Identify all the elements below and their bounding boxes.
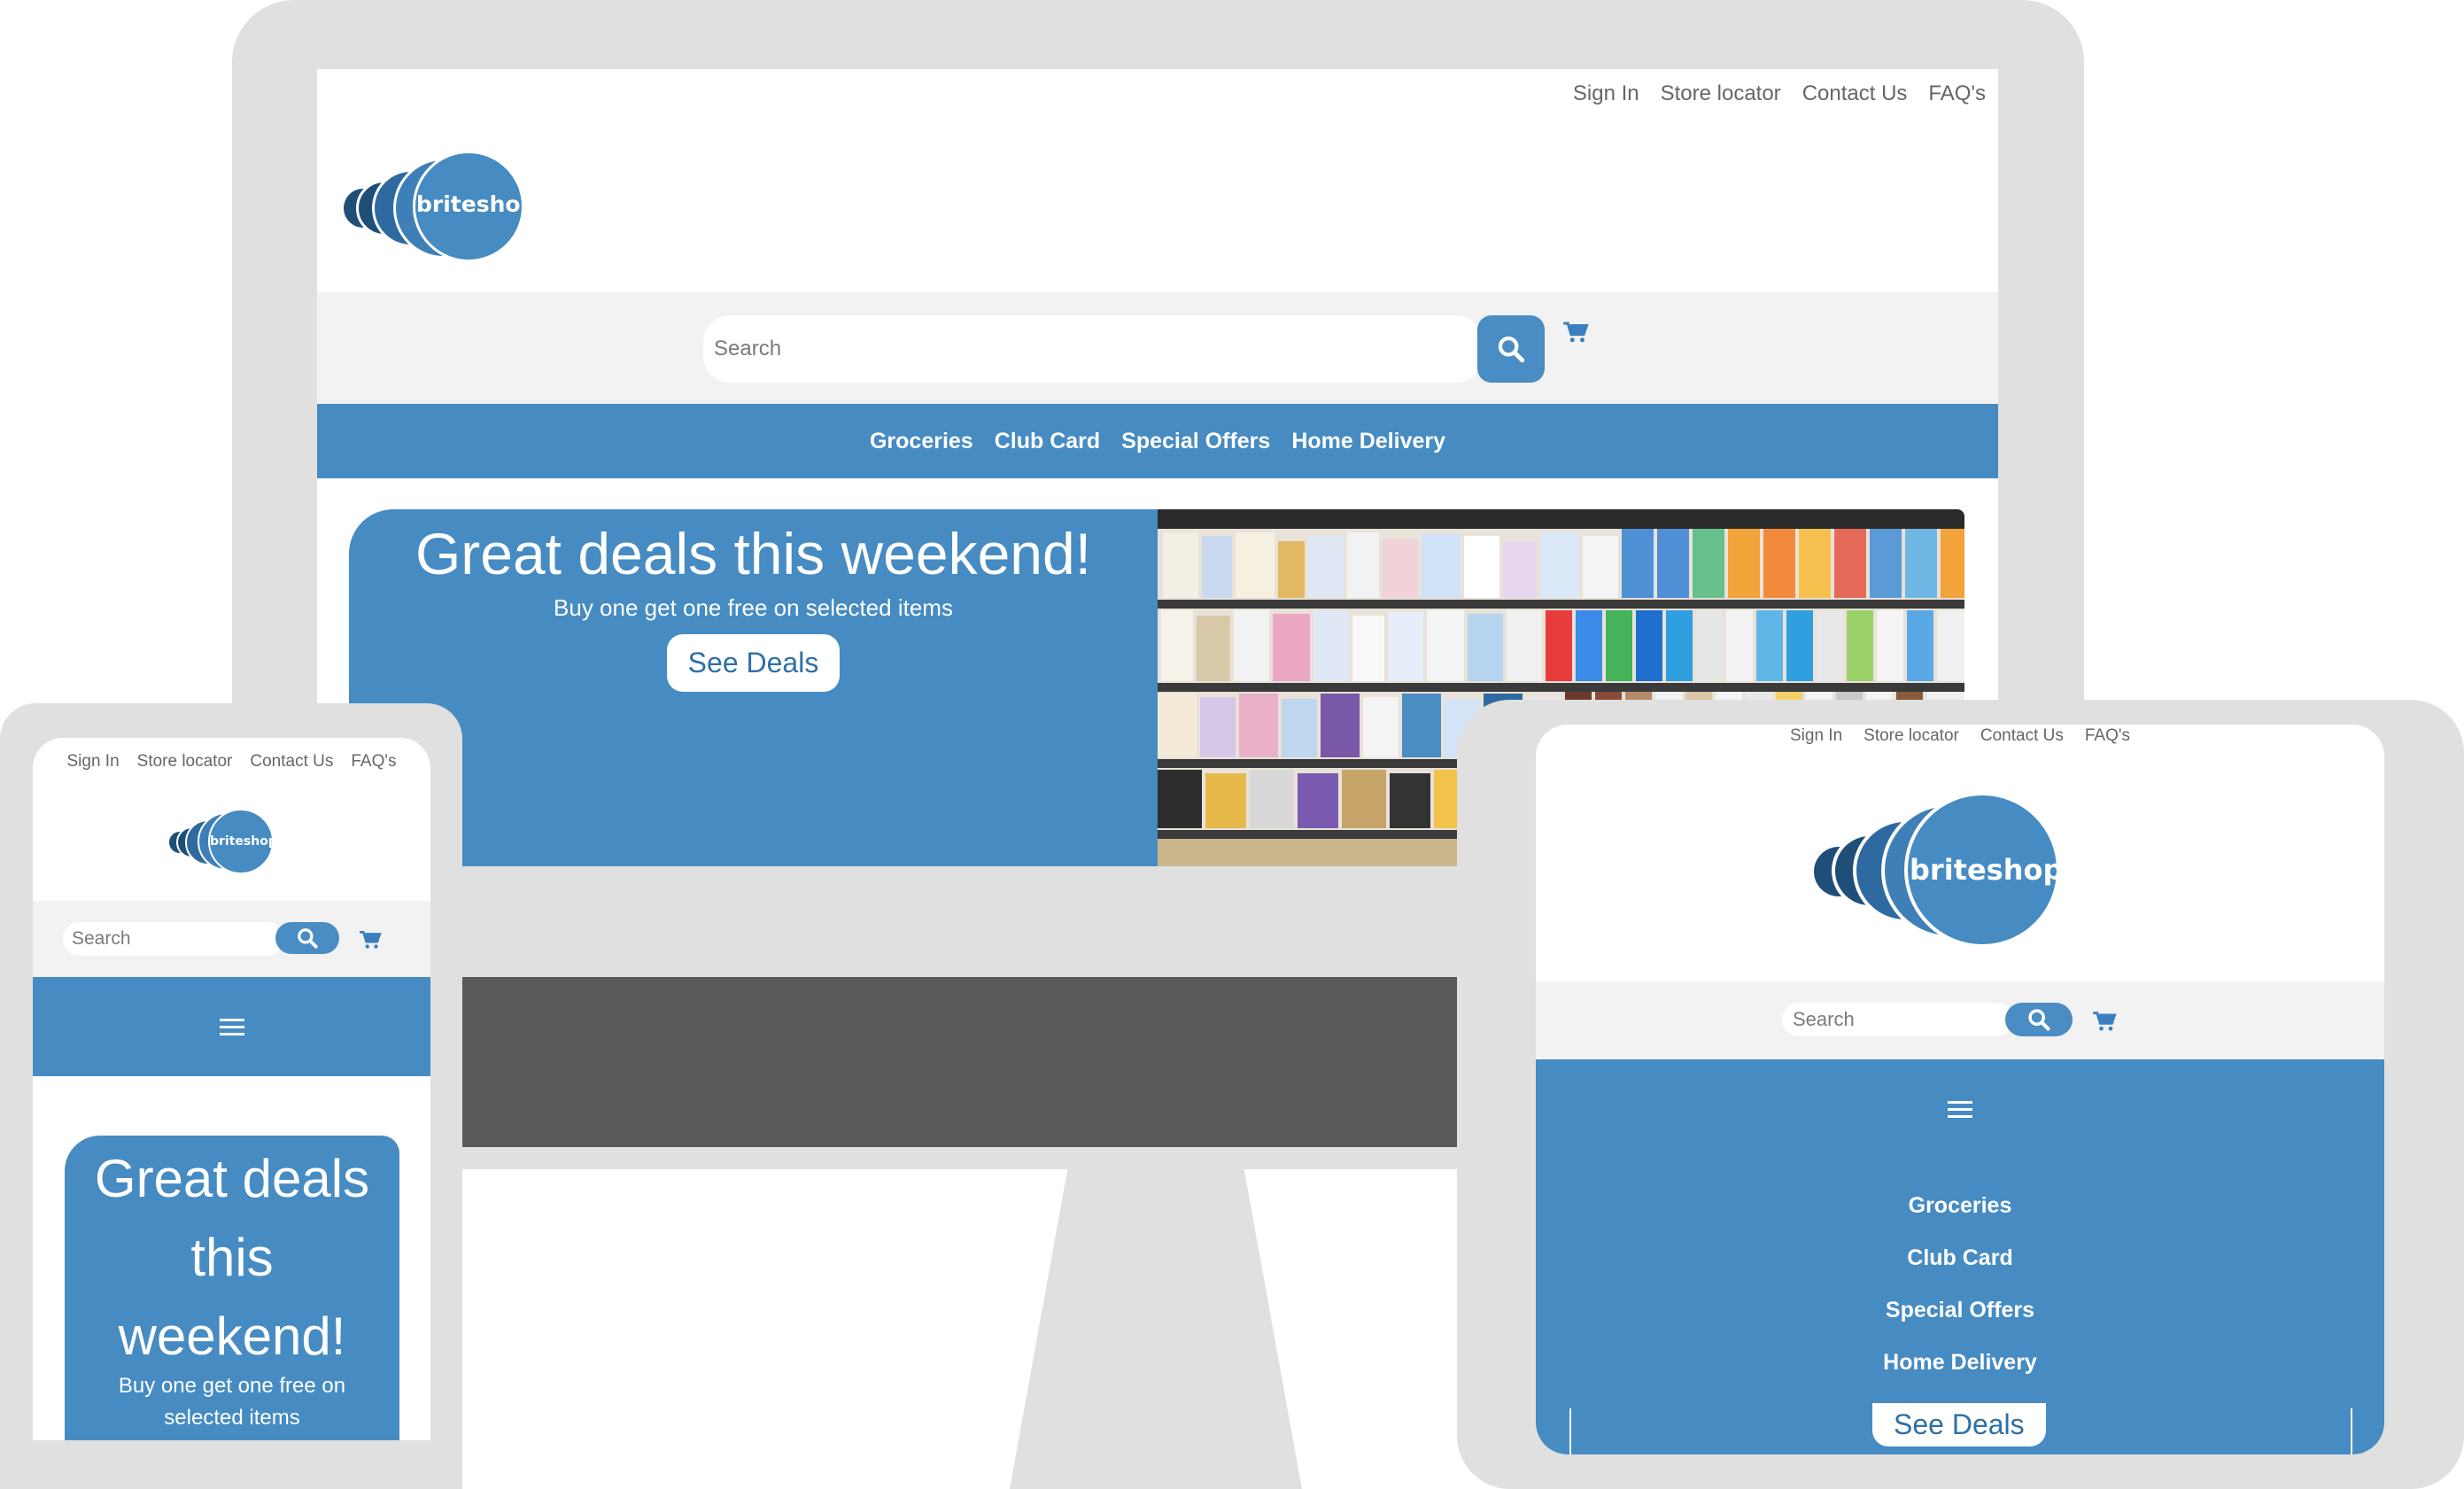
nav-special-offers[interactable]: Special Offers — [1121, 429, 1270, 454]
tablet-nav-club-card[interactable]: Club Card — [1536, 1232, 2384, 1284]
tablet-logo-wordmark: briteshop — [1910, 853, 2064, 887]
tablet-contact-us-link[interactable]: Contact Us — [1980, 726, 2064, 746]
phone-top-links: Sign In Store locator Contact Us FAQ's — [33, 752, 430, 772]
tablet-search-bar: Search — [1536, 981, 2384, 1059]
desktop-hero-banner: Great deals this weekend! Buy one get on… — [349, 509, 1158, 866]
tablet-store-locator-link[interactable]: Store locator — [1863, 726, 1959, 746]
phone-hero-title-line: Great deals — [94, 1149, 370, 1208]
desktop-monitor-stand — [1010, 1134, 1302, 1489]
phone-hero-subtitle: Buy one get one free on selected items — [65, 1370, 399, 1434]
phone-faq-link[interactable]: FAQ's — [351, 752, 396, 772]
phone-cart-icon[interactable] — [359, 929, 382, 955]
cart-icon[interactable] — [1562, 321, 1589, 348]
sign-in-link[interactable]: Sign In — [1573, 81, 1639, 106]
phone-search-bar: Search — [33, 901, 430, 977]
logo-wordmark: briteshop — [416, 191, 537, 217]
phone-search-placeholder: Search — [72, 928, 131, 949]
tablet-search-button[interactable] — [2005, 1003, 2073, 1036]
tablet-nav-home-delivery[interactable]: Home Delivery — [1536, 1337, 2384, 1389]
tablet-top-links: Sign In Store locator Contact Us FAQ's — [1536, 726, 2384, 746]
phone-hero-subtitle-line: Buy one get one free on — [118, 1374, 346, 1398]
search-input[interactable]: Search — [703, 315, 1483, 383]
store-locator-link[interactable]: Store locator — [1661, 81, 1781, 106]
phone-search-icon — [298, 928, 318, 949]
tablet-search-icon — [2028, 1009, 2050, 1031]
nav-club-card[interactable]: Club Card — [995, 429, 1100, 454]
contact-us-link[interactable]: Contact Us — [1802, 81, 1908, 106]
search-button[interactable] — [1477, 315, 1545, 383]
tablet-faq-link[interactable]: FAQ's — [2085, 726, 2130, 746]
tablet-expanded-nav: Groceries Club Card Special Offers Home … — [1536, 1059, 2384, 1454]
search-placeholder: Search — [714, 337, 782, 361]
desktop-search-bar: Search — [317, 292, 1998, 404]
nav-groceries[interactable]: Groceries — [870, 429, 973, 454]
tablet-cart-icon[interactable] — [2092, 1010, 2117, 1037]
tablet-screen: Sign In Store locator Contact Us FAQ's b… — [1536, 725, 2384, 1454]
tablet-search-input[interactable]: Search — [1782, 1003, 2014, 1036]
phone-hero-title-line: weekend! — [118, 1307, 346, 1366]
nav-home-delivery[interactable]: Home Delivery — [1291, 429, 1445, 454]
desktop-top-links: Sign In Store locator Contact Us FAQ's — [1573, 81, 1986, 106]
tablet-briteshop-logo[interactable]: briteshop — [1814, 792, 2063, 950]
phone-contact-us-link[interactable]: Contact Us — [250, 752, 333, 772]
phone-search-input[interactable]: Search — [63, 922, 284, 956]
hamburger-menu-icon[interactable] — [219, 1014, 244, 1040]
phone-store-locator-link[interactable]: Store locator — [137, 752, 233, 772]
tablet-hamburger-menu-icon[interactable] — [1948, 1097, 1972, 1122]
phone-logo-wordmark: briteshop — [210, 834, 277, 849]
desktop-main-nav: Groceries Club Card Special Offers Home … — [317, 404, 1998, 478]
tablet-nav-special-offers[interactable]: Special Offers — [1536, 1284, 2384, 1337]
faq-link[interactable]: FAQ's — [1928, 81, 1986, 106]
briteshop-logo[interactable]: briteshop — [344, 151, 536, 266]
phone-hero-title-line: this — [190, 1228, 274, 1287]
phone-hero-title: Great deals this weekend! — [65, 1139, 399, 1376]
phone-briteshop-logo[interactable]: briteshop — [169, 809, 279, 876]
phone-hero-subtitle-line: selected items — [164, 1406, 300, 1430]
hero-title: Great deals this weekend! — [415, 521, 1092, 586]
phone-sign-in-link[interactable]: Sign In — [66, 752, 119, 772]
tablet-search-placeholder: Search — [1793, 1008, 1855, 1030]
hero-subtitle: Buy one get one free on selected items — [554, 594, 953, 621]
phone-screen: Sign In Store locator Contact Us FAQ's b… — [33, 738, 430, 1440]
phone-hero-banner: Great deals this weekend! Buy one get on… — [65, 1136, 399, 1440]
tablet-nav-groceries[interactable]: Groceries — [1536, 1180, 2384, 1232]
search-icon — [1498, 336, 1525, 363]
see-deals-button[interactable]: See Deals — [666, 634, 841, 692]
tablet-sign-in-link[interactable]: Sign In — [1790, 726, 1842, 746]
phone-main-nav — [33, 977, 430, 1076]
tablet-see-deals-button[interactable]: See Deals — [1872, 1403, 2046, 1446]
phone-search-button[interactable] — [275, 922, 339, 954]
desktop-monitor-chin — [461, 977, 1458, 1147]
